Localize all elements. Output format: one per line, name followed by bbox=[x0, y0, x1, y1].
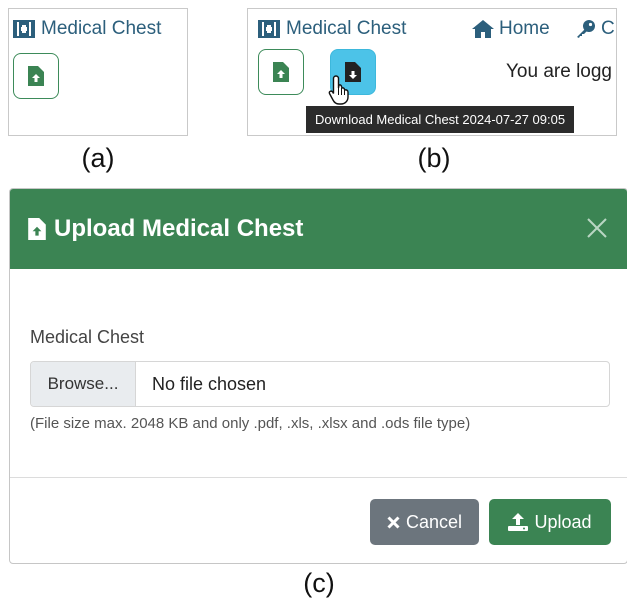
caption-b: (b) bbox=[417, 143, 451, 173]
x-icon bbox=[387, 515, 400, 529]
caption-a: (a) bbox=[81, 143, 115, 173]
file-status: No file chosen bbox=[152, 373, 267, 394]
login-status-text: You are logg bbox=[506, 61, 613, 82]
upload-button[interactable] bbox=[258, 49, 304, 95]
modal-header: Upload Medical Chest bbox=[10, 189, 627, 269]
upload-button[interactable] bbox=[13, 53, 59, 99]
upload-modal: Upload Medical Chest Medical Chest Brows… bbox=[9, 188, 627, 564]
upload-submit-button[interactable]: Upload bbox=[489, 499, 611, 545]
download-tooltip: Download Medical Chest 2024-07-27 09:05 bbox=[306, 106, 575, 133]
medkit-icon bbox=[13, 20, 35, 38]
file-hint: (File size max. 2048 KB and only .pdf, .… bbox=[30, 415, 471, 432]
field-label: Medical Chest bbox=[30, 327, 145, 347]
file-upload-icon bbox=[28, 66, 44, 86]
nav-home[interactable]: Home bbox=[472, 18, 550, 40]
close-icon[interactable] bbox=[585, 216, 609, 240]
file-input[interactable]: Browse... No file chosen bbox=[30, 361, 610, 407]
home-icon bbox=[472, 20, 494, 38]
caption-c: (c) bbox=[303, 568, 335, 598]
upload-label: Upload bbox=[534, 511, 592, 532]
panel-a: Medical Chest bbox=[8, 8, 188, 136]
upload-icon bbox=[508, 513, 529, 531]
panel-b: Medical Chest Home C You are logg Downlo… bbox=[247, 8, 617, 136]
brand[interactable]: Medical Chest bbox=[258, 18, 406, 40]
nav-partial-label: C bbox=[601, 18, 615, 39]
modal-title: Upload Medical Chest bbox=[54, 215, 304, 242]
modal-footer-divider bbox=[10, 477, 627, 478]
brand-label: Medical Chest bbox=[41, 18, 162, 39]
brand-label: Medical Chest bbox=[286, 18, 407, 39]
cancel-label: Cancel bbox=[405, 511, 463, 532]
brand[interactable]: Medical Chest bbox=[13, 18, 161, 40]
hand-pointer-icon bbox=[328, 75, 349, 105]
nav-home-label: Home bbox=[499, 18, 550, 39]
nav-key-item[interactable]: C bbox=[576, 18, 615, 40]
key-icon bbox=[577, 20, 595, 38]
browse-button[interactable]: Browse... bbox=[31, 362, 136, 406]
cancel-button[interactable]: Cancel bbox=[370, 499, 479, 545]
medkit-icon bbox=[258, 20, 280, 38]
file-upload-icon bbox=[273, 62, 289, 82]
file-upload-icon bbox=[28, 218, 46, 240]
